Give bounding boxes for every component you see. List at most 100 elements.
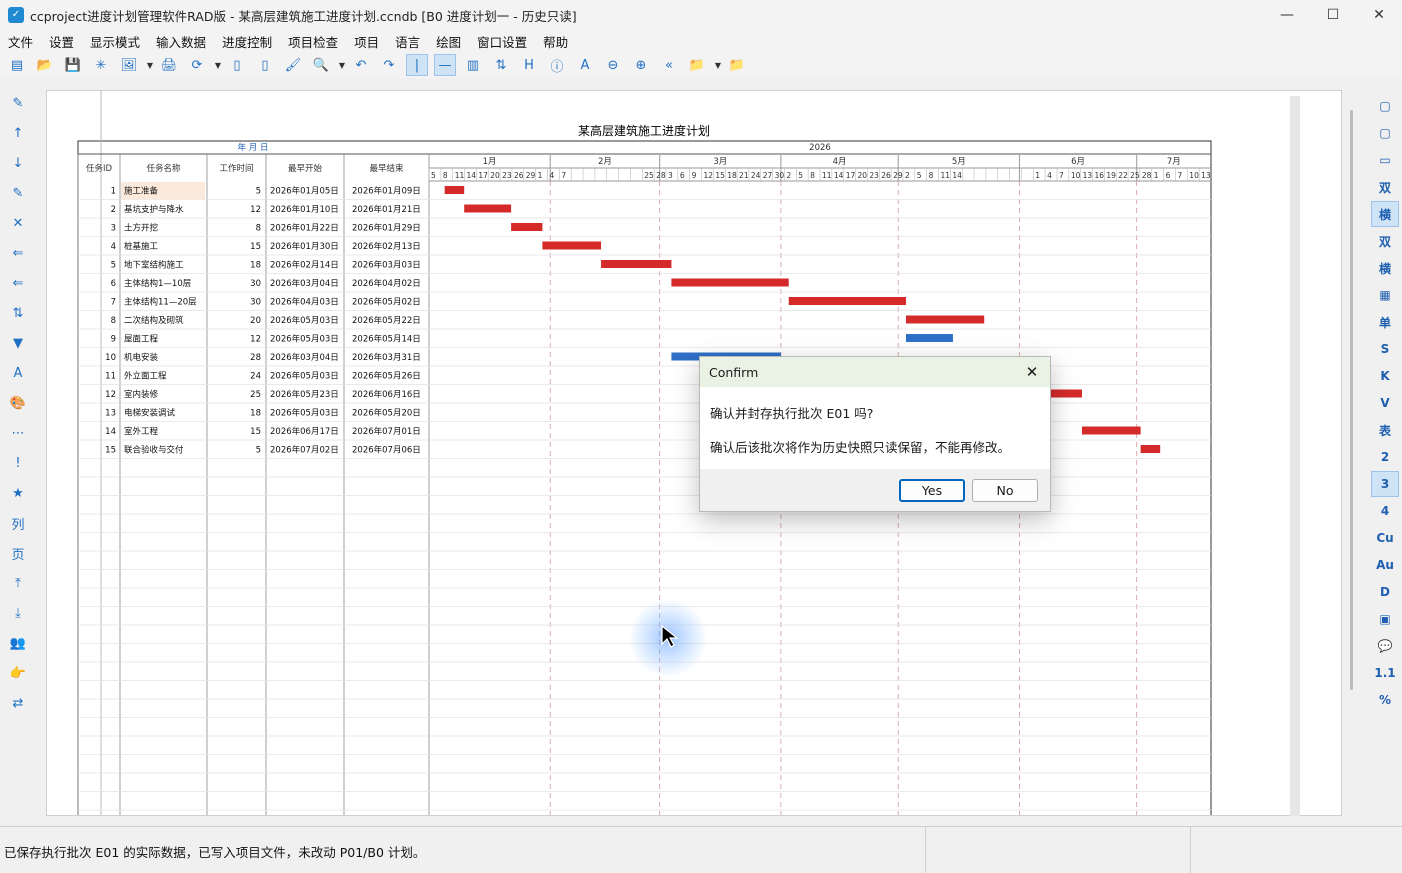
vertical-scrollbar[interactable]: [1350, 110, 1353, 690]
yes-button[interactable]: Yes: [899, 479, 965, 502]
left-tool-icon[interactable]: ✎: [0, 88, 36, 118]
left-tool-icon[interactable]: 🎨: [0, 388, 36, 418]
hline-icon[interactable]: —: [434, 54, 456, 76]
left-tool-icon[interactable]: 👉: [0, 658, 36, 688]
info-icon[interactable]: ⓘ: [546, 54, 568, 76]
right-tool-button[interactable]: 1.1: [1371, 660, 1399, 686]
right-tool-button[interactable]: 💬: [1371, 633, 1399, 659]
left-tool-icon[interactable]: 页: [0, 538, 36, 568]
left-tool-icon[interactable]: ✎: [0, 178, 36, 208]
right-tool-button[interactable]: 横: [1371, 255, 1399, 281]
menu-item[interactable]: 显示模式: [82, 32, 148, 51]
right-tool-button[interactable]: K: [1371, 363, 1399, 389]
right-tool-button[interactable]: Cu: [1371, 525, 1399, 551]
right-tool-button[interactable]: 单: [1371, 309, 1399, 335]
menu-item[interactable]: 绘图: [428, 32, 469, 51]
print-icon[interactable]: 🖨: [158, 54, 180, 76]
task-name: 施工准备: [124, 186, 159, 197]
maximize-button[interactable]: ☐: [1310, 0, 1356, 30]
menu-item[interactable]: 窗口设置: [469, 32, 535, 51]
star-icon[interactable]: ✳: [90, 54, 112, 76]
right-tool-button[interactable]: 3: [1371, 471, 1399, 497]
day-label: 27: [763, 171, 773, 180]
dialog-close-icon[interactable]: ✕: [1022, 362, 1042, 382]
task-end: 2026年07月06日: [352, 445, 421, 456]
copy-icon[interactable]: ▯: [226, 54, 248, 76]
right-tool-button[interactable]: ▭: [1371, 147, 1399, 173]
refresh-icon[interactable]: ⟳: [186, 54, 208, 76]
right-tool-button[interactable]: D: [1371, 579, 1399, 605]
minimize-button[interactable]: —: [1264, 0, 1310, 30]
h-icon[interactable]: H: [518, 54, 540, 76]
vline-icon[interactable]: |: [406, 54, 428, 76]
undo-icon[interactable]: ↶: [350, 54, 372, 76]
left-tool-icon[interactable]: ⇐: [0, 238, 36, 268]
dropdown-arrow-icon[interactable]: ▼: [146, 54, 154, 76]
left-tool-icon[interactable]: A: [0, 358, 36, 388]
task-start: 2026年05月03日: [270, 408, 339, 419]
right-tool-button[interactable]: %: [1371, 687, 1399, 713]
format-painter-icon[interactable]: 🖌: [282, 54, 304, 76]
zoom-in-icon[interactable]: ⊕: [630, 54, 652, 76]
menu-item[interactable]: 输入数据: [148, 32, 214, 51]
left-tool-icon[interactable]: ↓: [0, 148, 36, 178]
menu-item[interactable]: 进度控制: [214, 32, 280, 51]
task-end: 2026年05月26日: [352, 371, 421, 382]
right-tool-button[interactable]: ▦: [1371, 282, 1399, 308]
right-tool-button[interactable]: Au: [1371, 552, 1399, 578]
left-tool-icon[interactable]: 列: [0, 508, 36, 538]
left-tool-icon[interactable]: ★: [0, 478, 36, 508]
open-icon[interactable]: 📂: [34, 54, 56, 76]
save-icon[interactable]: 💾: [62, 54, 84, 76]
gantt-canvas[interactable]: 某高层建筑施工进度计划年 月 日 2026 任务ID 任务名称 工作时间 最早开始 最早结束…: [46, 90, 1342, 816]
menu-item[interactable]: 设置: [41, 32, 82, 51]
right-tool-button[interactable]: ▢: [1371, 120, 1399, 146]
menu-item[interactable]: 语言: [387, 32, 428, 51]
folder-icon[interactable]: 📁: [686, 54, 708, 76]
day-label: 2: [786, 171, 791, 180]
sort-icon[interactable]: ⇅: [490, 54, 512, 76]
left-tool-icon[interactable]: ⇐: [0, 268, 36, 298]
dropdown-arrow-icon[interactable]: ▼: [338, 54, 346, 76]
menu-item[interactable]: 帮助: [535, 32, 576, 51]
left-tool-icon[interactable]: ↑: [0, 118, 36, 148]
dropdown-arrow-icon[interactable]: ▼: [714, 54, 722, 76]
right-tool-button[interactable]: 横: [1371, 201, 1399, 227]
menu-item[interactable]: 项目检查: [280, 32, 346, 51]
search-icon[interactable]: 🔍: [310, 54, 332, 76]
left-tool-icon[interactable]: ⤒: [0, 568, 36, 598]
left-tool-icon[interactable]: ▼: [0, 328, 36, 358]
right-tool-button[interactable]: V: [1371, 390, 1399, 416]
dropdown-arrow-icon[interactable]: ▼: [214, 54, 222, 76]
left-tool-icon[interactable]: ✕: [0, 208, 36, 238]
no-button[interactable]: No: [972, 479, 1038, 502]
left-tool-icon[interactable]: ⤓: [0, 598, 36, 628]
right-tool-button[interactable]: 双: [1371, 174, 1399, 200]
left-tool-icon[interactable]: ⇄: [0, 688, 36, 718]
columns-icon[interactable]: ▥: [462, 54, 484, 76]
right-tool-button[interactable]: S: [1371, 336, 1399, 362]
paste-icon[interactable]: ▯: [254, 54, 276, 76]
task-name: 机电安装: [124, 352, 159, 363]
right-tool-button[interactable]: 表: [1371, 417, 1399, 443]
close-window-button[interactable]: ✕: [1356, 0, 1402, 30]
new-icon[interactable]: ▤: [6, 54, 28, 76]
text-icon[interactable]: A: [574, 54, 596, 76]
left-tool-icon[interactable]: !: [0, 448, 36, 478]
right-tool-button[interactable]: 2: [1371, 444, 1399, 470]
right-tool-button[interactable]: ▢: [1371, 93, 1399, 119]
back-icon[interactable]: «: [658, 54, 680, 76]
folder-red-icon[interactable]: 📁: [726, 54, 748, 76]
left-tool-icon[interactable]: ⋯: [0, 418, 36, 448]
left-tool-icon[interactable]: 👥: [0, 628, 36, 658]
menu-item[interactable]: 文件: [0, 32, 41, 51]
image-icon[interactable]: 🖼: [118, 54, 140, 76]
right-tool-button[interactable]: 双: [1371, 228, 1399, 254]
menu-item[interactable]: 项目: [346, 32, 387, 51]
right-tool-button[interactable]: ▣: [1371, 606, 1399, 632]
right-tool-button[interactable]: 4: [1371, 498, 1399, 524]
redo-icon[interactable]: ↷: [378, 54, 400, 76]
left-tool-icon[interactable]: ⇅: [0, 298, 36, 328]
task-duration: 18: [250, 409, 261, 419]
zoom-out-icon[interactable]: ⊖: [602, 54, 624, 76]
